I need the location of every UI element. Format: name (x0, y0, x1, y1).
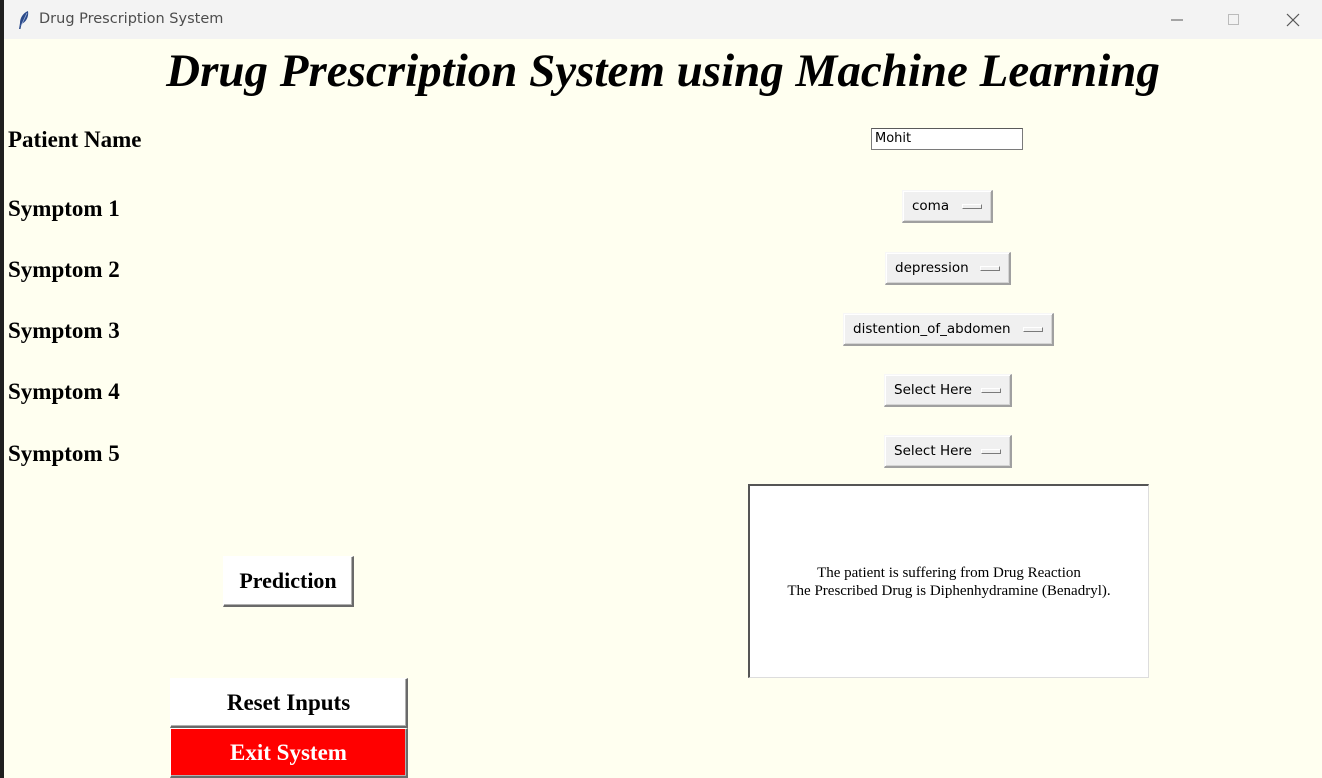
app-window: Drug Prescription System Drug Prescripti… (4, 0, 1322, 778)
symptom-5-value: Select Here (894, 443, 972, 459)
prediction-button[interactable]: Prediction (223, 556, 354, 607)
patient-name-input[interactable]: Mohit (871, 128, 1023, 150)
patient-name-label: Patient Name (8, 127, 142, 152)
result-diagnosis-text: The patient is suffering from Drug React… (817, 564, 1081, 581)
symptom-3-label: Symptom 3 (8, 318, 120, 343)
reset-inputs-button[interactable]: Reset Inputs (170, 678, 408, 728)
minimize-icon (1171, 19, 1183, 21)
symptom-1-value: coma (912, 198, 950, 214)
close-icon (1286, 13, 1300, 27)
app-title: Drug Prescription System using Machine L… (166, 45, 1160, 97)
feather-icon (19, 11, 29, 29)
result-textbox[interactable]: The patient is suffering from Drug React… (748, 484, 1149, 678)
symptom-2-value: depression (895, 260, 969, 276)
symptom-1-label: Symptom 1 (8, 196, 120, 221)
symptom-2-label: Symptom 2 (8, 257, 120, 282)
symptom-5-dropdown[interactable]: Select Here (884, 435, 1012, 468)
minimize-button[interactable] (1154, 0, 1200, 39)
symptom-2-dropdown[interactable]: depression (885, 252, 1011, 285)
dropdown-indicator-icon (980, 266, 1000, 271)
close-button[interactable] (1270, 0, 1316, 39)
dropdown-indicator-icon (962, 204, 982, 209)
symptom-5-label: Symptom 5 (8, 441, 120, 466)
symptom-4-label: Symptom 4 (8, 379, 120, 404)
title-bar[interactable]: Drug Prescription System (4, 0, 1322, 39)
maximize-icon (1228, 14, 1239, 25)
exit-system-button[interactable]: Exit System (170, 728, 408, 778)
symptom-3-value: distention_of_abdomen (853, 321, 1011, 337)
dropdown-indicator-icon (981, 388, 1001, 393)
maximize-button[interactable] (1211, 0, 1257, 39)
symptom-1-dropdown[interactable]: coma (902, 190, 993, 223)
symptom-4-value: Select Here (894, 382, 972, 398)
window-title: Drug Prescription System (39, 11, 224, 27)
symptom-4-dropdown[interactable]: Select Here (884, 374, 1012, 407)
result-drug-text: The Prescribed Drug is Diphenhydramine (… (787, 582, 1111, 599)
symptom-3-dropdown[interactable]: distention_of_abdomen (843, 313, 1054, 346)
dropdown-indicator-icon (981, 449, 1001, 454)
dropdown-indicator-icon (1023, 327, 1043, 332)
